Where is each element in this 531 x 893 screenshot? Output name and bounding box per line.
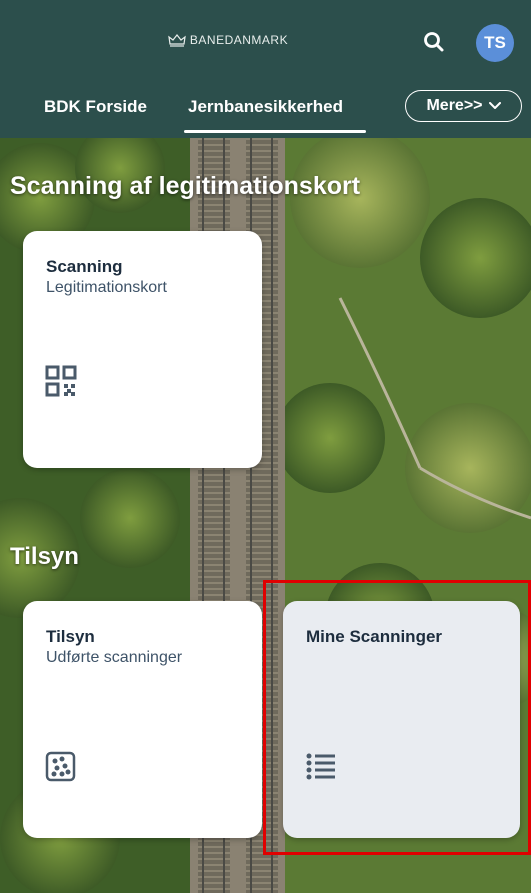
tile-subtitle: Legitimationskort	[46, 279, 167, 296]
tile-mine-scanninger[interactable]: Mine Scanninger	[283, 601, 520, 838]
tile-tilsyn[interactable]: Tilsyn Udførte scanninger	[23, 601, 262, 838]
tile-subtitle: Udførte scanninger	[46, 649, 183, 666]
scatter-chart-icon	[45, 751, 76, 782]
tile-title: Mine Scanninger	[306, 627, 443, 646]
tile-title: Tilsyn	[46, 627, 95, 646]
app-header: BANEDANMARK TS BDK Forside Jernbanesikke…	[0, 0, 531, 138]
search-icon[interactable]	[422, 30, 446, 54]
active-tab-indicator	[184, 130, 366, 133]
tab-jernbanesikkerhed[interactable]: Jernbanesikkerhed	[188, 97, 343, 117]
brand-name: BANEDANMARK	[189, 33, 289, 47]
qr-code-icon	[45, 365, 77, 397]
more-button[interactable]: Mere>>	[405, 90, 522, 122]
tile-scanning[interactable]: Scanning Legitimationskort	[23, 231, 262, 468]
crown-icon	[168, 34, 186, 47]
brand-logo[interactable]: BANEDANMARK	[0, 33, 531, 47]
tile-title: Scanning	[46, 257, 123, 276]
avatar-initials: TS	[484, 33, 506, 52]
user-avatar[interactable]: TS	[476, 24, 514, 62]
section-title-scanning: Scanning af legitimationskort	[10, 172, 361, 200]
list-icon	[306, 753, 335, 780]
more-button-label: Mere>>	[426, 97, 483, 114]
section-title-tilsyn: Tilsyn	[10, 543, 79, 570]
chevron-down-icon	[488, 102, 501, 109]
tab-bdk-forside[interactable]: BDK Forside	[44, 97, 147, 117]
